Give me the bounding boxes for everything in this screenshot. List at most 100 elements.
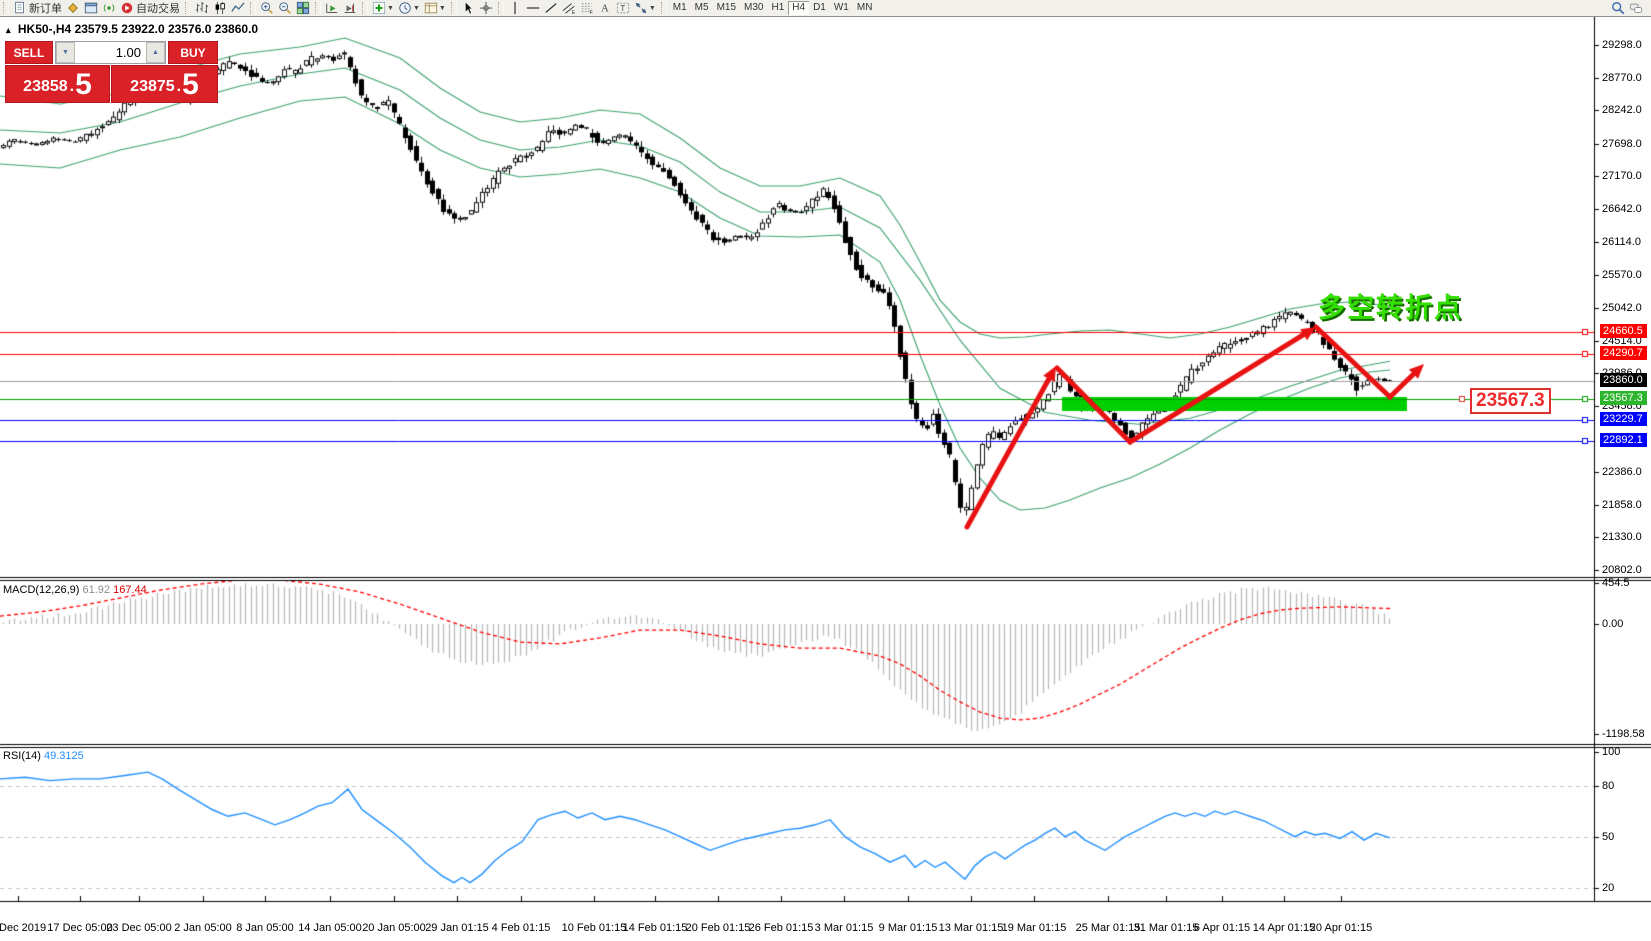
templates-dropdown-icon[interactable]: ▼ [439,5,446,12]
macd-label: MACD(12,26,9) 61.92 167.44 [3,584,147,596]
buy-price[interactable]: 23875.5 [111,65,218,103]
toolbar-separator [315,2,321,14]
timeframe-d1-button[interactable]: D1 [809,1,830,15]
search-button[interactable] [1609,1,1627,16]
auto-scroll-button[interactable] [323,1,341,16]
timeframe-w1-button[interactable]: W1 [830,1,853,15]
arrows-dropdown-icon[interactable]: ▼ [649,5,656,12]
history-center-button[interactable] [64,1,82,16]
buy-button[interactable]: BUY [168,41,218,64]
price-level-label: 23567.3 [1600,391,1647,405]
trendline-button[interactable] [542,1,560,16]
fibonacci-button[interactable]: F [578,1,596,16]
tile-windows-button[interactable] [294,1,312,16]
sell-price[interactable]: 23858.5 [5,65,110,103]
market-watch-button[interactable] [82,1,100,16]
price-axis-tick: 28242.0 [1602,104,1642,116]
toolbar-separator [451,2,457,14]
time-axis-tick: 19 Mar 01:15 [1002,922,1067,934]
time-axis-tick: 31 Mar 01:15 [1134,922,1199,934]
cursor-button[interactable] [459,1,477,16]
timeframe-h4-button[interactable]: H4 [788,1,809,15]
svg-text:F: F [589,10,592,15]
chart-title: ▴ HK50-,H4 23579.5 23922.0 23576.0 23860… [6,22,258,36]
svg-text:A: A [601,4,609,15]
chart-canvas[interactable] [0,16,1651,903]
rsi-axis-tick: 50 [1602,831,1614,843]
toolbar-separator [362,2,368,14]
price-axis-tick: 20802.0 [1602,564,1642,576]
timeframe-m15-button[interactable]: M15 [713,1,740,15]
time-axis-tick: 23 Dec 05:00 [106,922,171,934]
chart-shift-button[interactable] [341,1,359,16]
time-axis-tick: 1 Dec 2019 [0,922,46,934]
time-axis-tick: 25 Mar 01:15 [1076,922,1141,934]
line-chart-mode-button[interactable] [229,1,247,16]
macd-signal-value: 167.44 [113,584,147,596]
arrows-button[interactable]: ▼ [632,1,658,16]
templates-button[interactable]: ▼ [422,1,448,16]
indicators-dropdown-icon[interactable]: ▼ [387,5,394,12]
time-axis-tick: 26 Feb 01:15 [749,922,814,934]
price-axis-tick: 28770.0 [1602,72,1642,84]
indicators-button[interactable]: ▼ [370,1,396,16]
time-axis-tick: 3 Mar 01:15 [815,922,874,934]
zoom-out-button[interactable] [276,1,294,16]
autotrading-button[interactable]: 自动交易 [118,1,182,16]
timeframe-m5-button[interactable]: M5 [691,1,713,15]
rsi-axis-tick: 80 [1602,780,1614,792]
price-axis-tick: 27170.0 [1602,170,1642,182]
vertical-line-button[interactable] [506,1,524,16]
text-button[interactable]: A [596,1,614,16]
time-axis-tick: 20 Feb 01:15 [686,922,751,934]
volume-input[interactable]: 1.00 [75,42,146,63]
price-axis-tick: 22386.0 [1602,466,1642,478]
time-axis-tick: 8 Jan 05:00 [236,922,294,934]
equidistant-channel-button[interactable]: E [560,1,578,16]
autotrading-label: 自动交易 [136,0,180,16]
timeframe-mn-button[interactable]: MN [853,1,877,15]
price-level-label: 23860.0 [1600,373,1647,387]
time-axis-tick: 4 Feb 01:15 [492,922,551,934]
time-axis-tick: 17 Dec 05:00 [47,922,112,934]
turning-point-annotation[interactable]: 多空转折点 [1318,286,1463,325]
rsi-axis-tick: 100 [1602,746,1620,758]
support-price-tag[interactable]: 23567.3 [1470,388,1551,414]
macd-main-value: 61.92 [82,584,110,596]
price-level-label: 24660.5 [1600,324,1647,338]
chat-button[interactable] [1627,1,1645,16]
text-label-button[interactable]: T [614,1,632,16]
svg-text:T: T [620,4,625,13]
timeframe-m1-button[interactable]: M1 [669,1,691,15]
main-toolbar: 新订单 自动交易 ▼ ▼ ▼ E F A T ▼ M1M5M15M30H1H4D1W1MN [0,0,1651,17]
volume-increase-button[interactable]: ▲ [146,42,165,63]
crosshair-button[interactable] [477,1,495,16]
signals-button[interactable] [100,1,118,16]
volume-decrease-button[interactable]: ▼ [56,42,75,63]
zoom-in-button[interactable] [258,1,276,16]
candlestick-mode-button[interactable] [211,1,229,16]
sell-button[interactable]: SELL [5,41,53,64]
macd-axis-tick: 0.00 [1602,618,1623,630]
time-axis-tick: 2 Jan 05:00 [174,922,232,934]
time-axis-tick: 13 Mar 01:15 [939,922,1004,934]
horizontal-line-button[interactable] [524,1,542,16]
periods-button[interactable]: ▼ [396,1,422,16]
price-axis-tick: 26642.0 [1602,203,1642,215]
symbol-period-label: HK50-,H4 [18,22,71,36]
price-level-label: 24290.7 [1600,346,1647,360]
time-axis-tick: 20 Jan 05:00 [362,922,426,934]
time-axis-tick: 10 Feb 01:15 [562,922,627,934]
price-axis-tick: 25042.0 [1602,302,1642,314]
volume-stepper: ▼ 1.00 ▲ [55,41,166,64]
sell-price-int: 23858 [23,72,68,102]
timeframe-m30-button[interactable]: M30 [740,1,767,15]
ohlc-values: 23579.5 23922.0 23576.0 23860.0 [75,22,259,36]
new-order-button[interactable]: 新订单 [11,1,64,16]
bar-chart-mode-button[interactable] [193,1,211,16]
collapse-panel-icon[interactable]: ▴ [6,25,11,35]
price-axis-tick: 27698.0 [1602,138,1642,150]
periods-dropdown-icon[interactable]: ▼ [413,5,420,12]
macd-axis-tick: 454.5 [1602,577,1630,589]
timeframe-h1-button[interactable]: H1 [767,1,788,15]
